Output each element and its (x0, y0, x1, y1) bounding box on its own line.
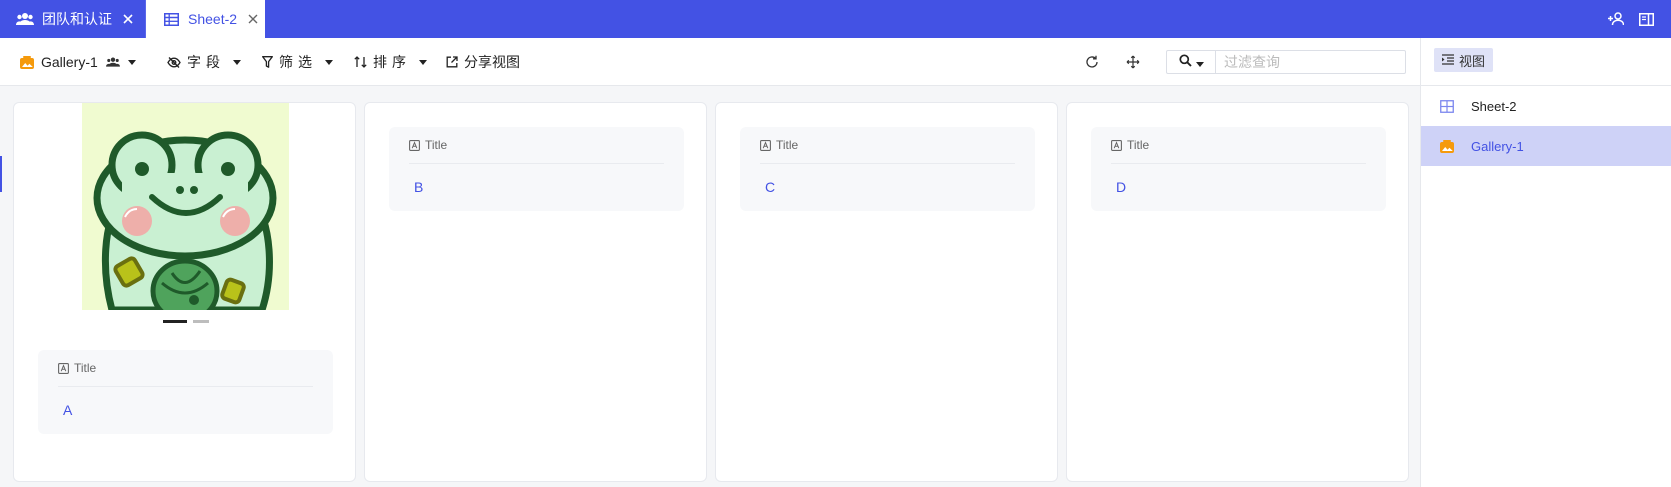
sort-icon (354, 56, 367, 68)
search-icon (1178, 54, 1192, 70)
field-value: A (63, 402, 73, 418)
view-name: Gallery-1 (41, 54, 98, 70)
carousel-dots (163, 320, 209, 323)
filter-icon (262, 56, 273, 68)
close-icon[interactable] (122, 13, 134, 25)
view-item-label: Gallery-1 (1471, 138, 1524, 154)
refresh-icon[interactable] (1085, 38, 1099, 86)
share-view-label: 分享视图 (464, 54, 520, 70)
text-field-icon (760, 139, 771, 151)
sort-label: 排序 (373, 54, 411, 70)
field-value: B (414, 179, 424, 195)
chevron-down-icon (1195, 54, 1204, 70)
drag-move-icon[interactable] (1126, 38, 1140, 86)
list-indent-icon (1442, 53, 1454, 68)
eye-off-icon (167, 56, 181, 68)
text-field-icon (58, 362, 69, 374)
divider (409, 163, 664, 164)
filter-label: 筛选 (279, 54, 317, 70)
team-icon (16, 10, 34, 28)
card-field: Title D (1091, 127, 1386, 211)
field-header: Title (409, 137, 447, 153)
divider (1111, 163, 1366, 164)
active-indicator (0, 156, 2, 192)
search-field-select[interactable] (1167, 51, 1216, 73)
add-member-icon[interactable] (1606, 9, 1626, 29)
share-view-button[interactable]: 分享视图 (446, 38, 520, 86)
views-panel-header: 视图 (1421, 38, 1671, 86)
card-field: Title A (38, 350, 333, 434)
tab-label: Sheet-2 (188, 11, 238, 27)
gallery-card[interactable]: Title C (715, 102, 1058, 482)
field-label: Title (776, 138, 799, 152)
close-icon[interactable] (247, 13, 259, 25)
chevron-down-icon (127, 59, 136, 65)
tab-team-auth[interactable]: 团队和认证 (0, 0, 145, 38)
chevron-down-icon (419, 59, 427, 65)
views-button-label: 视图 (1459, 53, 1486, 69)
field-header: Title (58, 360, 96, 376)
field-label: Title (425, 138, 448, 152)
gallery-card[interactable]: Title B (364, 102, 707, 482)
field-value: D (1116, 179, 1127, 195)
views-panel: 视图 Sheet-2 Gallery-1 (1420, 38, 1671, 487)
gallery-view-icon (20, 55, 35, 69)
table-grid-icon (162, 10, 180, 28)
toggle-panel-icon[interactable] (1636, 9, 1656, 29)
gallery-view-icon (1439, 138, 1455, 154)
tab-sheet-2[interactable]: Sheet-2 (146, 0, 265, 38)
chevron-down-icon (325, 59, 333, 65)
grid-view-icon (1439, 98, 1455, 114)
gallery-card[interactable]: Title A (13, 102, 356, 482)
divider (760, 163, 1015, 164)
card-field: Title B (389, 127, 684, 211)
field-label: Title (1127, 138, 1150, 152)
divider (58, 386, 313, 387)
view-item-gallery-1[interactable]: Gallery-1 (1421, 126, 1671, 166)
field-value: C (765, 179, 776, 195)
text-field-icon (1111, 139, 1122, 151)
fields-label: 字段 (187, 54, 225, 70)
view-item-label: Sheet-2 (1471, 98, 1517, 114)
cover-image-frog (82, 103, 289, 310)
sort-button[interactable]: 排序 (354, 38, 427, 86)
search-input[interactable] (1216, 51, 1405, 73)
gallery-card[interactable]: Title D (1066, 102, 1409, 482)
carousel-dot[interactable] (163, 320, 187, 323)
card-field: Title C (740, 127, 1035, 211)
field-label: Title (74, 361, 97, 375)
chevron-down-icon (233, 59, 241, 65)
views-button[interactable]: 视图 (1434, 48, 1494, 72)
field-header: Title (760, 137, 798, 153)
text-field-icon (409, 139, 420, 151)
view-switcher[interactable]: Gallery-1 (20, 38, 136, 86)
tab-bar: 团队和认证 Sheet-2 (0, 0, 1671, 38)
view-item-sheet-2[interactable]: Sheet-2 (1421, 86, 1671, 126)
tab-label: 团队和认证 (42, 11, 112, 27)
field-header: Title (1111, 137, 1149, 153)
filter-button[interactable]: 筛选 (262, 38, 333, 86)
share-external-icon (446, 56, 458, 68)
fields-button[interactable]: 字段 (167, 38, 241, 86)
carousel-dot[interactable] (193, 320, 209, 323)
search-box (1166, 50, 1406, 74)
shared-users-icon (105, 57, 120, 67)
